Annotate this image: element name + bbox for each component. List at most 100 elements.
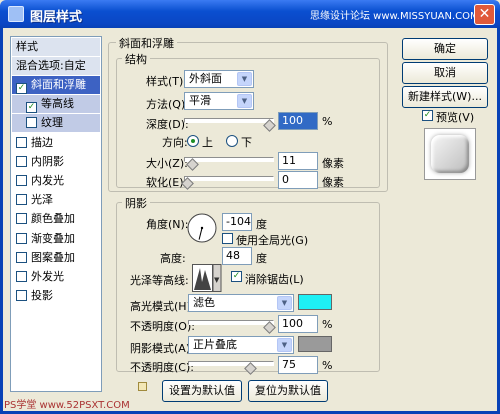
- style-item[interactable]: ✓ 斜面和浮雕: [12, 76, 100, 94]
- highlight-color-swatch[interactable]: [298, 294, 332, 310]
- angle-dial[interactable]: [186, 212, 218, 244]
- altitude-input[interactable]: 48: [222, 247, 252, 265]
- cancel-button[interactable]: 取消: [402, 62, 488, 84]
- style-value: 外斜面: [189, 72, 222, 85]
- style-item-checkbox[interactable]: ✓: [16, 83, 27, 94]
- direction-label: 方向:: [162, 136, 188, 149]
- preview-label: 预览(V): [436, 111, 475, 124]
- style-item-label: 渐变叠加: [31, 231, 75, 245]
- watermark-bottom: PS学堂 www.52PSXT.COM: [4, 400, 130, 411]
- size-unit: 像素: [322, 157, 344, 170]
- window-title: 图层样式: [30, 10, 83, 25]
- style-item-label: 颜色叠加: [31, 212, 75, 226]
- global-light-label: 使用全局光(G): [236, 234, 309, 247]
- direction-down-label: 下: [241, 136, 252, 149]
- shadow-opacity-slider[interactable]: [188, 361, 274, 366]
- style-item-checkbox[interactable]: [16, 136, 27, 148]
- app-icon: [8, 6, 24, 22]
- style-item-checkbox[interactable]: [16, 232, 27, 244]
- shadow-mode-select[interactable]: 正片叠底 ▼: [188, 336, 294, 354]
- style-item-checkbox[interactable]: ✓: [26, 102, 37, 114]
- shadow-mode-value: 正片叠底: [193, 338, 237, 351]
- direction-up-label: 上: [202, 136, 213, 149]
- highlight-opacity-input[interactable]: 100: [278, 315, 318, 333]
- soften-input[interactable]: 0: [278, 171, 318, 189]
- highlight-mode-select[interactable]: 滤色 ▼: [188, 294, 294, 312]
- depth-input[interactable]: 100: [278, 112, 318, 130]
- highlight-opacity-label: 不透明度(O):: [130, 320, 195, 333]
- style-item-label: 投影: [31, 289, 53, 303]
- style-item-checkbox[interactable]: [16, 155, 27, 167]
- style-item-checkbox[interactable]: [16, 213, 27, 225]
- highlight-opacity-unit: %: [322, 318, 333, 331]
- style-item-checkbox[interactable]: [16, 271, 27, 282]
- gloss-contour-picker[interactable]: ▼: [192, 264, 222, 292]
- style-preview-thumbnail: [424, 128, 476, 180]
- shadow-opacity-unit: %: [322, 359, 333, 372]
- angle-label: 角度(N):: [146, 218, 189, 231]
- styles-header[interactable]: 样式: [12, 38, 100, 56]
- ok-button[interactable]: 确定: [402, 38, 488, 60]
- style-item-checkbox[interactable]: [16, 194, 27, 206]
- style-item-label: 等高线: [41, 97, 74, 111]
- style-item-checkbox[interactable]: [16, 175, 27, 186]
- style-item-label: 纹理: [41, 116, 63, 130]
- gloss-contour-label: 光泽等高线:: [130, 274, 189, 287]
- style-item-label: 图案叠加: [31, 250, 75, 264]
- style-item-label: 内阴影: [31, 154, 64, 168]
- direction-down-radio[interactable]: [226, 135, 238, 147]
- blend-options-item[interactable]: 混合选项:自定: [12, 57, 100, 75]
- technique-value: 平滑: [189, 94, 211, 107]
- style-item[interactable]: 颜色叠加: [12, 210, 100, 228]
- global-light-checkbox[interactable]: [222, 233, 233, 244]
- style-item[interactable]: 内发光: [12, 172, 100, 190]
- close-button[interactable]: ✕: [474, 4, 495, 25]
- new-style-button[interactable]: 新建样式(W)...: [402, 86, 488, 108]
- watermark-top: 思缘设计论坛 www.MISSYUAN.COM: [310, 11, 479, 22]
- chevron-down-icon: ▼: [237, 94, 252, 108]
- style-item[interactable]: 光泽: [12, 191, 100, 209]
- style-item[interactable]: 外发光: [12, 268, 100, 286]
- depth-slider[interactable]: [184, 118, 274, 123]
- styles-list: 样式 混合选项:自定 ✓ 斜面和浮雕 ✓ 等高线纹理描边内阴影内发光光泽颜色叠加渐变叠…: [10, 36, 102, 392]
- style-item[interactable]: 纹理: [12, 114, 100, 133]
- style-item-label: 斜面和浮雕: [31, 78, 86, 91]
- style-item-label: 内发光: [31, 174, 64, 187]
- style-item[interactable]: 图案叠加: [12, 249, 100, 267]
- altitude-unit: 度: [256, 252, 267, 265]
- preview-checkbox[interactable]: ✓: [422, 110, 433, 121]
- style-item[interactable]: 渐变叠加: [12, 230, 100, 248]
- size-label: 大小(Z):: [146, 157, 188, 170]
- make-default-button[interactable]: 设置为默认值: [162, 380, 242, 402]
- size-input[interactable]: 11: [278, 152, 318, 170]
- shadow-opacity-input[interactable]: 75: [278, 356, 318, 374]
- soften-slider[interactable]: [184, 176, 274, 181]
- depth-label: 深度(D):: [146, 118, 189, 131]
- highlight-opacity-slider[interactable]: [188, 320, 274, 325]
- direction-up-radio[interactable]: [187, 135, 199, 147]
- style-item[interactable]: 投影: [12, 287, 100, 305]
- bevel-emboss-title: 斜面和浮雕: [116, 35, 177, 51]
- style-item[interactable]: ✓ 等高线: [12, 95, 100, 114]
- chevron-down-icon: ▼: [237, 72, 252, 86]
- style-item-checkbox[interactable]: [16, 251, 27, 263]
- angle-input[interactable]: -104: [222, 213, 252, 231]
- style-select[interactable]: 外斜面 ▼: [184, 70, 254, 88]
- style-item[interactable]: 内阴影: [12, 153, 100, 171]
- reset-default-button[interactable]: 复位为默认值: [248, 380, 328, 402]
- structure-title: 结构: [122, 51, 150, 67]
- style-item-checkbox[interactable]: [26, 117, 37, 129]
- style-item[interactable]: 描边: [12, 134, 100, 152]
- highlight-mode-label: 高光模式(H):: [130, 300, 195, 313]
- shadow-mode-label: 阴影模式(A):: [130, 342, 194, 355]
- anti-alias-checkbox[interactable]: ✓: [231, 271, 242, 282]
- chevron-down-icon: ▼: [277, 338, 292, 352]
- style-item-label: 外发光: [31, 270, 64, 283]
- altitude-label: 高度:: [160, 252, 186, 265]
- style-label: 样式(T):: [146, 75, 188, 88]
- size-slider[interactable]: [184, 157, 274, 162]
- shadow-color-swatch[interactable]: [298, 336, 332, 352]
- technique-select[interactable]: 平滑 ▼: [184, 92, 254, 110]
- shading-title: 阴影: [122, 195, 150, 211]
- style-item-checkbox[interactable]: [16, 290, 27, 302]
